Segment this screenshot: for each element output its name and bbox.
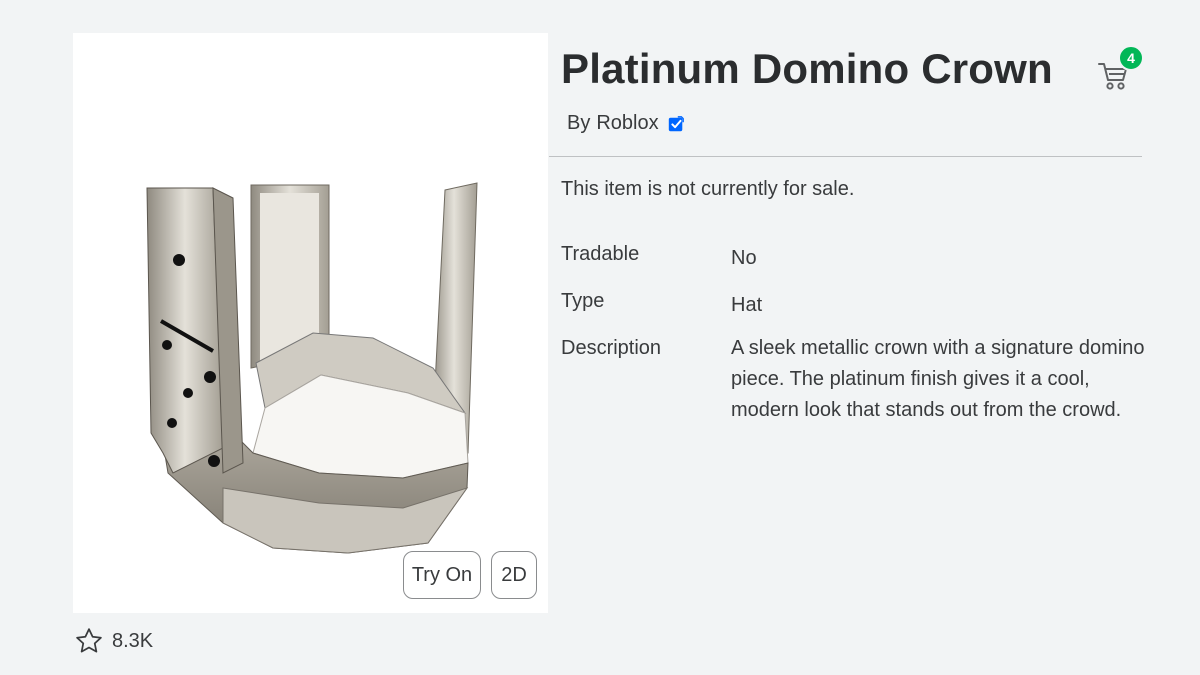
item-thumbnail[interactable]: Try On 2D bbox=[73, 33, 548, 613]
item-page: Try On 2D 8.3K Platinum Domino Crown By … bbox=[0, 0, 1200, 675]
favorite-count: 8.3K bbox=[112, 629, 154, 652]
description-value: A sleek metallic crown with a signature … bbox=[731, 337, 1145, 421]
creator-prefix: By bbox=[567, 112, 591, 134]
creator-row: By Roblox bbox=[567, 112, 685, 135]
tradable-value: No bbox=[731, 247, 757, 269]
sale-status-text: This item is not currently for sale. bbox=[561, 178, 855, 200]
tradable-label: Tradable bbox=[561, 243, 640, 265]
favorite-control[interactable]: 8.3K bbox=[74, 624, 153, 658]
crown-image bbox=[146, 182, 478, 554]
item-title: Platinum Domino Crown bbox=[561, 45, 1053, 92]
creator-link[interactable]: Roblox bbox=[596, 112, 658, 135]
cart-count-badge: 4 bbox=[1118, 45, 1144, 71]
type-value: Hat bbox=[731, 294, 763, 316]
description-label: Description bbox=[561, 337, 662, 359]
verified-badge-icon bbox=[668, 115, 684, 131]
divider bbox=[549, 156, 1142, 157]
star-outline-icon[interactable] bbox=[74, 626, 104, 656]
try-on-button[interactable]: Try On bbox=[403, 551, 481, 599]
view-2d-button[interactable]: 2D bbox=[491, 551, 537, 599]
type-label: Type bbox=[561, 290, 605, 312]
